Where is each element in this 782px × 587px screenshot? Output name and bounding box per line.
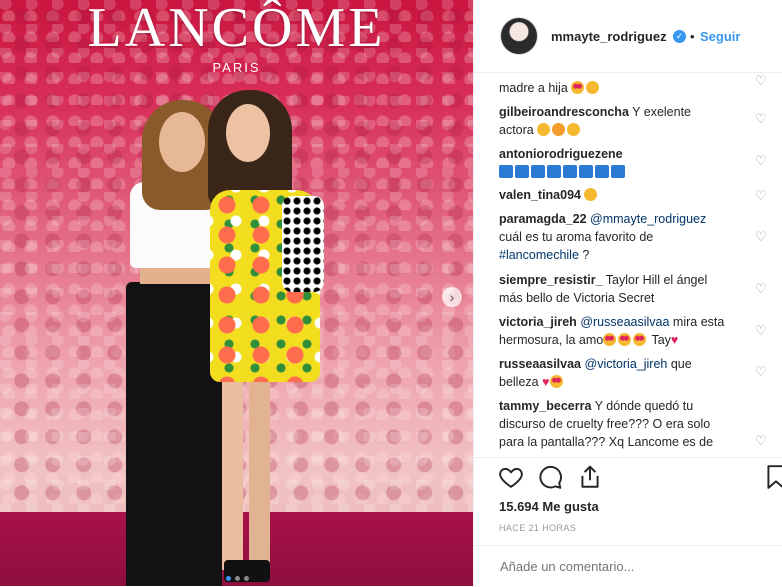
top-emoji-icon <box>611 165 625 178</box>
carousel-dot <box>244 576 249 581</box>
woman-right-legs <box>222 380 270 570</box>
woman-right-polka-sleeve <box>282 196 324 292</box>
comment-mention[interactable]: @russeaasilvaa <box>580 315 669 329</box>
woman-left-face <box>159 112 205 172</box>
comment-item: tammy_becerra Y dónde quedó tu discurso … <box>499 397 729 451</box>
surprised-emoji-icon <box>584 188 598 201</box>
verified-badge-icon: ✓ <box>673 30 686 43</box>
comment-item: victoria_jireh @russeaasilvaa mira esta … <box>499 313 729 349</box>
woman-left-waist <box>140 266 214 284</box>
top-emoji-icon <box>515 165 529 178</box>
likes-count[interactable]: 15.694 Me gusta <box>499 499 599 514</box>
comment-input[interactable] <box>498 558 762 575</box>
separator-dot: • <box>690 29 695 44</box>
comment-item: russeaasilvaa @victoria_jireh que bellez… <box>499 355 729 391</box>
heart-icon[interactable] <box>498 464 524 490</box>
comments-list[interactable]: madre a hija ♡ gilbeiroandresconcha Y ex… <box>474 73 782 457</box>
comment-item: gilbeiroandresconcha Y exelente actora <box>499 103 729 139</box>
post-header: mmayte_rodriguez ✓ • Seguir <box>474 0 782 73</box>
brand-logo-text: LANCÔME <box>87 0 386 59</box>
heart-eyes-emoji-icon <box>571 81 585 94</box>
comment-like-heart-icon[interactable]: ♡ <box>755 230 767 243</box>
bookmark-icon[interactable] <box>763 464 782 490</box>
heart-eyes-emoji-icon <box>603 333 617 346</box>
carousel-dot-active <box>226 576 231 581</box>
post-side-panel: mmayte_rodriguez ✓ • Seguir madre a hija… <box>473 0 782 586</box>
top-emoji-icon <box>579 165 593 178</box>
comment-like-heart-icon[interactable]: ♡ <box>755 112 767 125</box>
top-emoji-icon <box>499 165 513 178</box>
broken-heart-emoji-icon: ♥ <box>542 375 550 389</box>
woman-left-pants <box>126 282 222 586</box>
comment-like-heart-icon[interactable]: ♡ <box>755 154 767 167</box>
comment-like-heart-icon[interactable]: ♡ <box>755 324 767 337</box>
top-emoji-icon <box>531 165 545 178</box>
top-emoji-icon <box>595 165 609 178</box>
comment-hashtag[interactable]: #lancomechile <box>499 248 579 262</box>
comment-text: cuál es tu aroma favorito de <box>499 230 654 244</box>
brand-logo-subtext: PARIS <box>212 60 261 75</box>
comment-username[interactable]: antoniorodriguezene <box>499 147 623 161</box>
comment-icon[interactable] <box>537 464 563 490</box>
comment-username[interactable]: siempre_resistir_ <box>499 273 603 287</box>
heart-eyes-emoji-icon <box>549 375 563 388</box>
comment-text: madre a hija <box>499 81 568 95</box>
comment-username[interactable]: victoria_jireh <box>499 315 577 329</box>
carousel-dot <box>235 576 240 581</box>
share-icon[interactable] <box>577 464 603 490</box>
comment-like-heart-icon[interactable]: ♡ <box>755 189 767 202</box>
comment-item: antoniorodriguezene <box>499 145 729 181</box>
kiss-emoji-icon <box>567 123 581 136</box>
heart-eyes-emoji-icon <box>633 333 647 346</box>
comment-mention[interactable]: @mmayte_rodriguez <box>590 212 706 226</box>
carousel-dots <box>226 576 249 581</box>
comment-username[interactable]: valen_tina094 <box>499 188 581 202</box>
comment-username[interactable]: russeaasilvaa <box>499 357 581 371</box>
comment-username[interactable]: gilbeiroandresconcha <box>499 105 629 119</box>
add-comment-bar <box>474 545 782 587</box>
comment-item: valen_tina094 <box>499 186 729 204</box>
woman-right-face <box>226 104 270 162</box>
comment-username[interactable]: paramagda_22 <box>499 212 587 226</box>
comment-text-tail: ? <box>582 248 590 262</box>
chevron-right-icon[interactable]: › <box>442 287 462 307</box>
kiss-emoji-icon <box>537 123 551 136</box>
post-photo[interactable]: LANCÔME PARIS › <box>0 0 473 586</box>
action-bar <box>474 457 782 498</box>
comment-like-heart-icon[interactable]: ♡ <box>755 434 767 447</box>
red-heart-emoji-icon: ♥ <box>670 333 679 347</box>
comment-item: siempre_resistir_ Taylor Hill el ángel m… <box>499 271 729 307</box>
comment-mention[interactable]: @victoria_jireh <box>585 357 668 371</box>
post-timestamp: HACE 21 HORAS <box>499 523 577 533</box>
top-emoji-icon <box>547 165 561 178</box>
avatar[interactable] <box>500 17 538 55</box>
comment-item: madre a hija <box>499 79 729 97</box>
top-emoji-icon <box>563 165 577 178</box>
comment-text-tail: Tay <box>651 333 671 347</box>
comment-username[interactable]: tammy_becerra <box>499 399 591 413</box>
username-link[interactable]: mmayte_rodriguez <box>551 29 667 44</box>
comment-like-heart-icon[interactable]: ♡ <box>755 365 767 378</box>
flex-emoji-icon <box>552 123 566 136</box>
comment-like-heart-icon[interactable]: ♡ <box>755 282 767 295</box>
follow-button[interactable]: Seguir <box>700 29 740 44</box>
kiss-emoji-icon <box>586 81 600 94</box>
comment-item: paramagda_22 @mmayte_rodriguez cuál es t… <box>499 210 729 264</box>
comment-like-heart-icon[interactable]: ♡ <box>755 74 767 87</box>
heart-eyes-emoji-icon <box>618 333 632 346</box>
